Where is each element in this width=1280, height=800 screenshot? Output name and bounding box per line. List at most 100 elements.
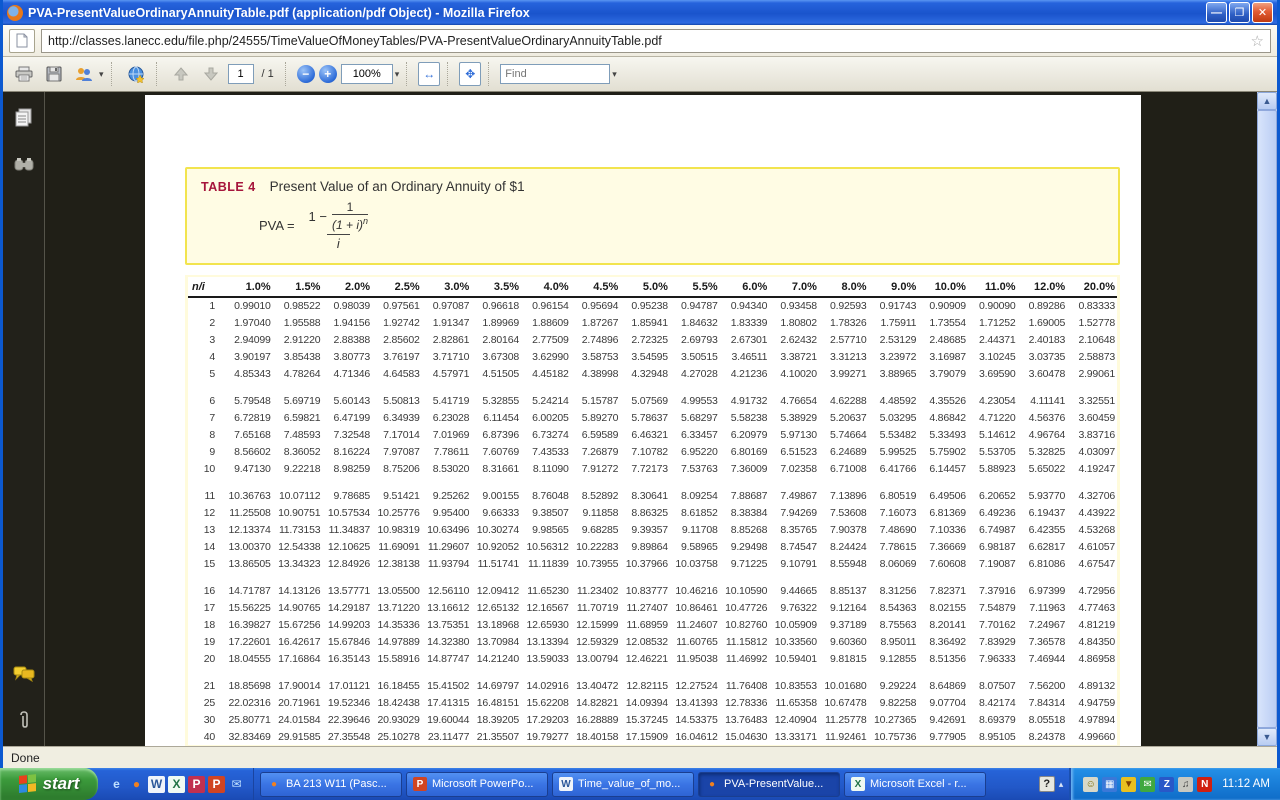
vertical-scrollbar[interactable]: ▲ ▼ <box>1257 92 1277 746</box>
previous-page-button[interactable] <box>168 61 194 87</box>
scroll-down-icon[interactable]: ▼ <box>1257 728 1277 746</box>
row-group-gap <box>188 477 1117 487</box>
display-icon[interactable]: ▦ <box>1102 777 1117 792</box>
next-page-button[interactable] <box>198 61 224 87</box>
chevron-up-icon[interactable]: ▴ <box>1059 779 1064 790</box>
table-title: TABLE 4Present Value of an Ordinary Annu… <box>201 179 1104 194</box>
task-button[interactable]: XMicrosoft Excel - r... <box>844 772 986 797</box>
print-button[interactable] <box>11 61 37 87</box>
help-icon[interactable]: ? <box>1039 776 1055 792</box>
status-bar: Done <box>3 746 1277 768</box>
column-header: 12.0% <box>1018 277 1068 297</box>
table-row: 4032.8346929.9158527.3554825.1027823.114… <box>188 728 1117 745</box>
firefox-icon: ● <box>267 777 281 791</box>
minimize-button[interactable]: — <box>1206 2 1227 23</box>
status-text: Done <box>11 751 40 765</box>
table-row: 54.853434.782644.713464.645834.579714.51… <box>188 365 1117 382</box>
web-page-button[interactable] <box>123 61 149 87</box>
task-button[interactable]: ●BA 213 W11 (Pasc... <box>260 772 402 797</box>
zoom-level-select[interactable]: 100% <box>341 64 393 84</box>
scrollbar-track[interactable] <box>1257 110 1277 728</box>
save-button[interactable] <box>41 61 67 87</box>
zenworks-icon[interactable]: Z <box>1159 777 1174 792</box>
windows-flag-icon <box>19 774 37 794</box>
collaborate-dropdown-icon[interactable]: ▾ <box>99 69 104 80</box>
pages-panel-icon[interactable] <box>12 106 36 130</box>
volume-icon[interactable]: ♫ <box>1178 777 1193 792</box>
formula-denominator: i <box>327 234 350 251</box>
tray-icons: ☺ ▦ ▼ ✉ Z ♫ N <box>1083 777 1212 792</box>
taskbar: start e●WXPP✉ ●BA 213 W11 (Pasc...PMicro… <box>0 768 1280 800</box>
column-header: 9.0% <box>869 277 919 297</box>
page-proxy-icon[interactable] <box>9 29 35 53</box>
collaborate-button[interactable] <box>71 61 97 87</box>
table-row: 2522.0231620.7196119.5234618.4243817.413… <box>188 694 1117 711</box>
pva-formula: PVA = 1 − 1 (1 + i)n i <box>259 200 1104 251</box>
novell-icon[interactable]: N <box>1197 777 1212 792</box>
column-header: 11.0% <box>968 277 1018 297</box>
powerpoint-icon[interactable]: P <box>208 776 225 793</box>
table-row: 1917.2260116.4261715.6784614.9788914.323… <box>188 633 1117 650</box>
column-header: 2.5% <box>372 277 422 297</box>
bookmark-star-icon[interactable]: ☆ <box>1251 32 1264 50</box>
table-row: 65.795485.697195.601435.508135.417195.32… <box>188 392 1117 409</box>
table-row: 1211.2550810.9075110.5753410.257769.9540… <box>188 504 1117 521</box>
publisher-icon[interactable]: P <box>188 776 205 793</box>
url-input[interactable]: http://classes.lanecc.edu/file.php/24555… <box>41 29 1271 53</box>
column-header: 5.0% <box>620 277 670 297</box>
search-binoculars-icon[interactable] <box>12 152 36 176</box>
fit-page-button[interactable]: ✥ <box>459 62 481 86</box>
annuity-table: n/i1.0%1.5%2.0%2.5%3.0%3.5%4.0%4.5%5.0%5… <box>188 277 1117 745</box>
column-header: n/i <box>188 277 223 297</box>
attachments-paperclip-icon[interactable] <box>12 708 36 732</box>
task-button[interactable]: WTime_value_of_mo... <box>552 772 694 797</box>
messenger-icon[interactable]: ☺ <box>1083 777 1098 792</box>
zoom-dropdown-icon[interactable]: ▾ <box>395 69 400 80</box>
quick-launch: e●WXPP✉ <box>98 768 254 800</box>
table-row: 1816.3982715.6725614.9920314.3533613.753… <box>188 616 1117 633</box>
word-icon[interactable]: W <box>148 776 165 793</box>
powerpoint-icon: P <box>413 777 427 791</box>
column-header: 1.5% <box>273 277 323 297</box>
table-row: 1715.5622514.9076514.2918713.7122013.166… <box>188 599 1117 616</box>
column-header: 2.0% <box>322 277 372 297</box>
ie-icon[interactable]: e <box>108 776 125 793</box>
zoom-in-button[interactable]: + <box>319 65 337 83</box>
close-button[interactable]: ✕ <box>1252 2 1273 23</box>
table-row: 76.728196.598216.471996.349396.230286.11… <box>188 409 1117 426</box>
firefox-icon[interactable]: ● <box>128 776 145 793</box>
find-input[interactable] <box>500 64 610 84</box>
comments-panel-icon[interactable] <box>12 662 36 686</box>
table-row: 1614.7178714.1312613.5777113.0550012.561… <box>188 582 1117 599</box>
antivirus-shield-icon[interactable]: ▼ <box>1121 777 1136 792</box>
start-button[interactable]: start <box>0 768 98 800</box>
excel-icon[interactable]: X <box>168 776 185 793</box>
restore-button[interactable]: ❐ <box>1229 2 1250 23</box>
table-row: 2018.0455517.1686416.3514315.5891614.877… <box>188 650 1117 667</box>
pdf-sidebar <box>3 92 45 746</box>
fit-width-button[interactable]: ↔ <box>418 62 440 86</box>
column-header: 1.0% <box>223 277 273 297</box>
word-icon: W <box>559 777 573 791</box>
pdf-page: TABLE 4Present Value of an Ordinary Annu… <box>145 95 1141 746</box>
scroll-up-icon[interactable]: ▲ <box>1257 92 1277 110</box>
firefox-icon: ● <box>705 777 719 791</box>
outlook-express-icon[interactable]: ✉ <box>228 776 245 793</box>
find-dropdown-icon[interactable]: ▾ <box>612 69 617 80</box>
table-row: 1513.8650513.3432312.8492612.3813811.937… <box>188 555 1117 572</box>
task-label: PVA-PresentValue... <box>724 778 823 790</box>
page-number-input[interactable] <box>228 64 254 84</box>
scrollbar-thumb[interactable] <box>1257 110 1277 728</box>
column-header: 3.5% <box>471 277 521 297</box>
taskbar-clock: 11:12 AM <box>1222 778 1270 790</box>
excel-icon: X <box>851 777 865 791</box>
table-row: 1312.1337411.7315311.3483710.9831910.634… <box>188 521 1117 538</box>
zoom-out-button[interactable]: − <box>297 65 315 83</box>
groupwise-icon[interactable]: ✉ <box>1140 777 1155 792</box>
column-header: 5.5% <box>670 277 720 297</box>
language-bar: ? ▴ <box>1033 768 1070 800</box>
table-row: 10.990100.985220.980390.975610.970870.96… <box>188 297 1117 314</box>
table-row: 43.901973.854383.807733.761973.717103.67… <box>188 348 1117 365</box>
task-button[interactable]: ● PVA-PresentValue... <box>698 772 840 797</box>
task-button[interactable]: PMicrosoft PowerPo... <box>406 772 548 797</box>
